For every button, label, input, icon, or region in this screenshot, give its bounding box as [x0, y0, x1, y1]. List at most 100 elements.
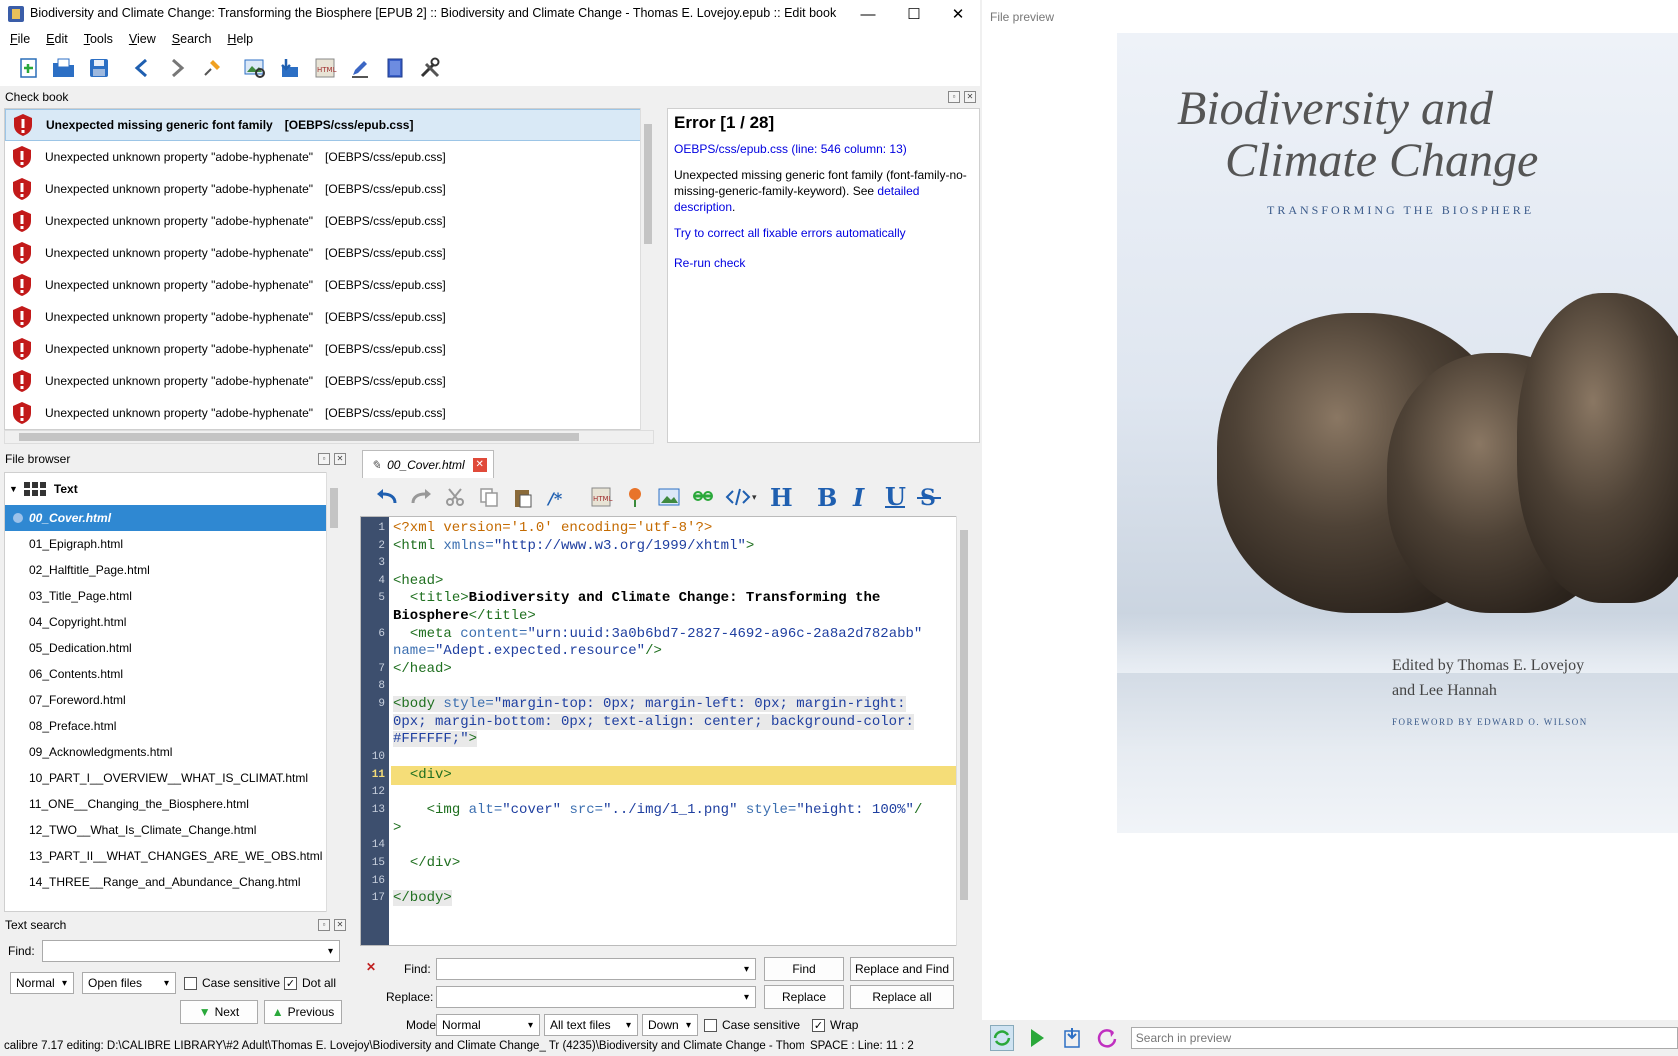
forward-icon[interactable]	[164, 55, 190, 81]
sync-position-icon[interactable]	[1061, 1025, 1084, 1051]
comment-icon[interactable]: /*	[544, 484, 570, 510]
error-row[interactable]: Unexpected unknown property "adobe-hyphe…	[5, 301, 653, 333]
minimize-button[interactable]: —	[845, 0, 891, 28]
code-line[interactable]: </div>	[393, 854, 460, 873]
file-item[interactable]: 14_THREE__Range_and_Abundance_Chang.html	[5, 869, 339, 895]
file-item[interactable]: 00_Cover.html	[5, 505, 339, 531]
import-icon[interactable]	[277, 55, 303, 81]
code-line[interactable]: <title>Biodiversity and Climate Change: …	[393, 589, 880, 608]
next-button[interactable]: ▼ Next	[180, 1000, 258, 1024]
menu-help[interactable]: Help	[227, 32, 253, 46]
copy-icon[interactable]	[476, 484, 502, 510]
error-list-scrollbar[interactable]	[640, 108, 654, 430]
code-line[interactable]: <div>	[393, 766, 452, 785]
error-row[interactable]: Unexpected unknown property "adobe-hyphe…	[5, 397, 653, 429]
editor-scrollbar[interactable]	[956, 516, 970, 946]
insert-link-icon[interactable]	[690, 484, 716, 510]
error-row[interactable]: Unexpected unknown property "adobe-hyphe…	[5, 237, 653, 269]
file-list-scrollbar[interactable]	[326, 472, 340, 912]
search-scope-select[interactable]: Open files	[82, 972, 176, 994]
close-tab-icon[interactable]: ✕	[472, 457, 487, 472]
insert-tag-icon[interactable]: ▾	[724, 484, 760, 510]
menu-edit[interactable]: Edit	[46, 32, 68, 46]
file-item[interactable]: 13_PART_II__WHAT_CHANGES_ARE_WE_OBS.html	[5, 843, 339, 869]
error-row[interactable]: Unexpected unknown property "adobe-hyphe…	[5, 333, 653, 365]
auto-fix-link[interactable]: Try to correct all fixable errors automa…	[674, 226, 906, 240]
close-panel-button[interactable]: ✕	[334, 919, 346, 931]
file-item[interactable]: 03_Title_Page.html	[5, 583, 339, 609]
float-panel-button[interactable]: ▫	[948, 91, 960, 103]
menu-file[interactable]: File	[10, 32, 30, 46]
back-icon[interactable]	[129, 55, 155, 81]
wrap-checkbox[interactable]: ✓ Wrap	[812, 1018, 858, 1032]
find-button[interactable]: Find	[764, 957, 844, 981]
replace-and-find-button[interactable]: Replace and Find	[850, 957, 954, 981]
close-window-button[interactable]: ✕	[935, 0, 981, 28]
file-item[interactable]: 10_PART_I__OVERVIEW__WHAT_IS_CLIMAT.html	[5, 765, 339, 791]
find-input[interactable]	[436, 958, 756, 980]
file-item[interactable]: 06_Contents.html	[5, 661, 339, 687]
tools-icon[interactable]	[417, 55, 443, 81]
maximize-button[interactable]: ☐	[891, 0, 937, 28]
direction-select[interactable]: Down	[642, 1014, 698, 1036]
close-find-icon[interactable]: ✕	[366, 960, 376, 974]
cut-icon[interactable]	[442, 484, 468, 510]
heading-icon[interactable]: H	[768, 484, 794, 510]
folder-text[interactable]: ▼ Text	[5, 473, 339, 505]
code-line[interactable]: >	[393, 819, 401, 838]
new-file-icon[interactable]	[16, 55, 42, 81]
file-item[interactable]: 05_Dedication.html	[5, 635, 339, 661]
rerun-check-link[interactable]: Re-run check	[674, 256, 745, 270]
mode-select[interactable]: Normal	[436, 1014, 540, 1036]
replace-button[interactable]: Replace	[764, 985, 844, 1009]
code-line[interactable]: </head>	[393, 660, 452, 679]
search-mode-select[interactable]: Normal	[10, 972, 74, 994]
case-sensitive-checkbox[interactable]: Case sensitive	[184, 976, 280, 990]
error-row[interactable]: Unexpected unknown property "adobe-hyphe…	[5, 365, 653, 397]
play-icon[interactable]	[1026, 1025, 1049, 1051]
float-panel-button[interactable]: ▫	[318, 919, 330, 931]
previous-button[interactable]: ▲ Previous	[264, 1000, 342, 1024]
error-list-hscrollbar[interactable]	[4, 430, 654, 444]
file-item[interactable]: 11_ONE__Changing_the_Biosphere.html	[5, 791, 339, 817]
error-row[interactable]: Unexpected unknown property "adobe-hyphe…	[5, 141, 653, 173]
replace-all-button[interactable]: Replace all	[850, 985, 954, 1009]
replace-input[interactable]	[436, 986, 756, 1008]
image-viewer-icon[interactable]	[242, 55, 268, 81]
code-line[interactable]: Biosphere</title>	[393, 607, 536, 626]
menu-view[interactable]: View	[129, 32, 156, 46]
close-panel-button[interactable]: ✕	[334, 453, 346, 465]
insert-image-icon[interactable]	[656, 484, 682, 510]
flower-icon[interactable]	[622, 484, 648, 510]
tab-cover-html[interactable]: ✎ 00_Cover.html ✕	[362, 450, 494, 478]
italic-icon[interactable]: I	[848, 484, 874, 510]
error-location-link[interactable]: OEBPS/css/epub.css (line: 546 column: 13…	[674, 142, 907, 156]
code-line[interactable]: <body style="margin-top: 0px; margin-lef…	[393, 695, 906, 714]
undo-icon[interactable]	[374, 484, 400, 510]
paste-icon[interactable]	[510, 484, 536, 510]
save-icon[interactable]	[86, 55, 112, 81]
code-line[interactable]: name="Adept.expected.resource"/>	[393, 642, 662, 661]
file-item[interactable]: 07_Foreword.html	[5, 687, 339, 713]
error-row[interactable]: Unexpected unknown property "adobe-hyphe…	[5, 205, 653, 237]
file-item[interactable]: 12_TWO__What_Is_Climate_Change.html	[5, 817, 339, 843]
code-line[interactable]: </body>	[393, 889, 452, 908]
strikethrough-icon[interactable]: S	[916, 484, 942, 510]
pin-icon[interactable]	[199, 55, 225, 81]
file-item[interactable]: 09_Acknowledgments.html	[5, 739, 339, 765]
code-editor[interactable]: 1 2 3 4 5 6 7 8 9 10 11 12 13 14 15 16 17 <?xml version=…	[360, 516, 970, 946]
scope-select[interactable]: All text files	[544, 1014, 638, 1036]
auto-reload-icon[interactable]	[990, 1025, 1014, 1051]
html-preview-icon[interactable]: HTML	[588, 484, 614, 510]
redo-icon[interactable]	[408, 484, 434, 510]
menu-tools[interactable]: Tools	[84, 32, 113, 46]
code-line[interactable]: #FFFFFF;">	[393, 730, 478, 749]
underline-icon[interactable]: U	[882, 484, 908, 510]
error-row[interactable]: Unexpected unknown property "adobe-hyphe…	[5, 269, 653, 301]
collapse-arrow-icon[interactable]: ▼	[9, 484, 18, 494]
search-in-preview-input[interactable]: Search in preview	[1130, 1027, 1678, 1049]
open-book-icon[interactable]	[51, 55, 77, 81]
code-line[interactable]: <html xmlns="http://www.w3.org/1999/xhtm…	[393, 537, 754, 556]
code-line[interactable]: <?xml version='1.0' encoding='utf-8'?>	[393, 519, 712, 538]
error-row[interactable]: Unexpected missing generic font family [O…	[5, 109, 653, 141]
